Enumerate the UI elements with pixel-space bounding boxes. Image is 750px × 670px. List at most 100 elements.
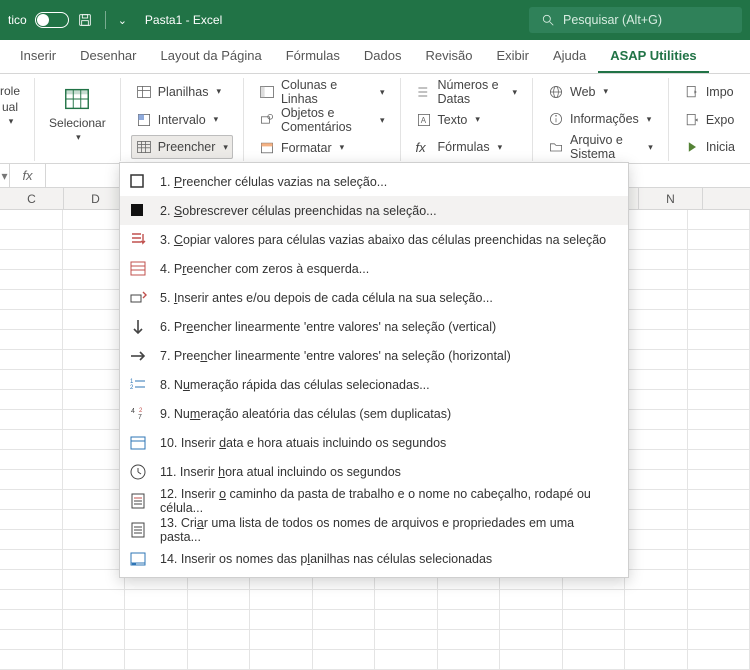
colunas-linhas-dropdown[interactable]: Colunas e Linhas▾ <box>254 80 390 104</box>
grid-cell[interactable] <box>63 650 126 670</box>
importar-button[interactable]: Impo <box>679 80 740 104</box>
grid-cell[interactable] <box>563 590 626 610</box>
grid-row[interactable] <box>0 590 750 610</box>
grid-cell[interactable] <box>63 570 126 590</box>
grid-cell[interactable] <box>625 610 688 630</box>
grid-cell[interactable] <box>688 390 750 410</box>
tab-asap-utilities[interactable]: ASAP Utilities <box>598 40 708 73</box>
menu-item-3-copy-down[interactable]: 3. Copiar valores para células vazias ab… <box>120 225 628 254</box>
menu-item-12-insert-path[interactable]: 12. Inserir o caminho da pasta de trabal… <box>120 486 628 515</box>
tab-layout[interactable]: Layout da Página <box>149 40 274 73</box>
grid-cell[interactable] <box>625 210 688 230</box>
grid-cell[interactable] <box>688 430 750 450</box>
grid-cell[interactable] <box>125 590 188 610</box>
grid-cell[interactable] <box>625 510 688 530</box>
grid-cell[interactable] <box>500 650 563 670</box>
grid-cell[interactable] <box>313 590 376 610</box>
grid-cell[interactable] <box>0 490 63 510</box>
grid-cell[interactable] <box>63 530 126 550</box>
grid-cell[interactable] <box>313 630 376 650</box>
grid-cell[interactable] <box>688 590 750 610</box>
menu-item-2-overwrite-filled[interactable]: 2. Sobrescrever células preenchidas na s… <box>120 196 628 225</box>
grid-cell[interactable] <box>250 650 313 670</box>
planilhas-dropdown[interactable]: Planilhas▾ <box>131 80 233 104</box>
grid-cell[interactable] <box>313 610 376 630</box>
numeros-datas-dropdown[interactable]: Números e Datas▾ <box>411 80 523 104</box>
controle-visual-button[interactable]: role ual ▾ <box>0 80 20 127</box>
search-box[interactable]: Pesquisar (Alt+G) <box>529 7 742 33</box>
grid-cell[interactable] <box>0 210 63 230</box>
grid-cell[interactable] <box>625 290 688 310</box>
tab-exibir[interactable]: Exibir <box>484 40 541 73</box>
formulas-ribbon-dropdown[interactable]: fx Fórmulas▾ <box>411 136 523 160</box>
grid-cell[interactable] <box>688 650 750 670</box>
grid-cell[interactable] <box>63 450 126 470</box>
grid-cell[interactable] <box>688 450 750 470</box>
grid-cell[interactable] <box>63 290 126 310</box>
grid-cell[interactable] <box>625 410 688 430</box>
grid-cell[interactable] <box>688 530 750 550</box>
intervalo-dropdown[interactable]: Intervalo▾ <box>131 108 233 132</box>
grid-cell[interactable] <box>500 590 563 610</box>
grid-cell[interactable] <box>0 290 63 310</box>
grid-cell[interactable] <box>625 330 688 350</box>
qat-customize-caret[interactable]: ⌄ <box>118 14 127 27</box>
autosave-toggle[interactable] <box>35 12 69 28</box>
menu-item-14-insert-sheet-names[interactable]: 14. Inserir os nomes das planilhas nas c… <box>120 544 628 573</box>
grid-cell[interactable] <box>563 610 626 630</box>
grid-row[interactable] <box>0 630 750 650</box>
exportar-button[interactable]: Expo <box>679 108 740 132</box>
grid-cell[interactable] <box>63 330 126 350</box>
grid-cell[interactable] <box>0 430 63 450</box>
grid-cell[interactable] <box>63 230 126 250</box>
grid-cell[interactable] <box>688 210 750 230</box>
grid-cell[interactable] <box>688 630 750 650</box>
grid-cell[interactable] <box>438 630 501 650</box>
tab-ajuda[interactable]: Ajuda <box>541 40 598 73</box>
grid-cell[interactable] <box>0 590 63 610</box>
arquivo-sistema-dropdown[interactable]: Arquivo e Sistema▾ <box>543 135 658 159</box>
grid-cell[interactable] <box>625 270 688 290</box>
grid-cell[interactable] <box>63 390 126 410</box>
menu-item-4-leading-zeros[interactable]: 4. Preencher com zeros à esquerda... <box>120 254 628 283</box>
grid-cell[interactable] <box>313 650 376 670</box>
grid-cell[interactable] <box>688 230 750 250</box>
grid-cell[interactable] <box>438 650 501 670</box>
grid-cell[interactable] <box>688 310 750 330</box>
grid-cell[interactable] <box>625 250 688 270</box>
grid-cell[interactable] <box>0 550 63 570</box>
grid-cell[interactable] <box>625 470 688 490</box>
grid-cell[interactable] <box>0 330 63 350</box>
menu-item-7-linear-horizontal[interactable]: 7. Preencher linearmente 'entre valores'… <box>120 341 628 370</box>
grid-cell[interactable] <box>688 270 750 290</box>
grid-cell[interactable] <box>375 630 438 650</box>
grid-cell[interactable] <box>625 650 688 670</box>
grid-cell[interactable] <box>0 530 63 550</box>
grid-cell[interactable] <box>250 590 313 610</box>
grid-cell[interactable] <box>625 530 688 550</box>
grid-cell[interactable] <box>688 610 750 630</box>
grid-cell[interactable] <box>188 590 251 610</box>
col-header[interactable]: C <box>0 188 64 209</box>
grid-cell[interactable] <box>0 370 63 390</box>
grid-cell[interactable] <box>625 390 688 410</box>
grid-cell[interactable] <box>0 310 63 330</box>
selecionar-button[interactable]: Selecionar ▾ <box>49 80 106 143</box>
grid-cell[interactable] <box>63 430 126 450</box>
grid-cell[interactable] <box>688 550 750 570</box>
grid-cell[interactable] <box>63 410 126 430</box>
grid-cell[interactable] <box>688 490 750 510</box>
grid-cell[interactable] <box>625 350 688 370</box>
grid-cell[interactable] <box>63 210 126 230</box>
save-icon[interactable] <box>77 12 93 28</box>
grid-cell[interactable] <box>688 330 750 350</box>
grid-cell[interactable] <box>625 550 688 570</box>
grid-cell[interactable] <box>438 610 501 630</box>
tab-desenhar[interactable]: Desenhar <box>68 40 148 73</box>
grid-cell[interactable] <box>625 430 688 450</box>
col-header[interactable]: N <box>639 188 703 209</box>
grid-cell[interactable] <box>625 230 688 250</box>
grid-cell[interactable] <box>63 310 126 330</box>
grid-cell[interactable] <box>500 630 563 650</box>
grid-cell[interactable] <box>0 250 63 270</box>
